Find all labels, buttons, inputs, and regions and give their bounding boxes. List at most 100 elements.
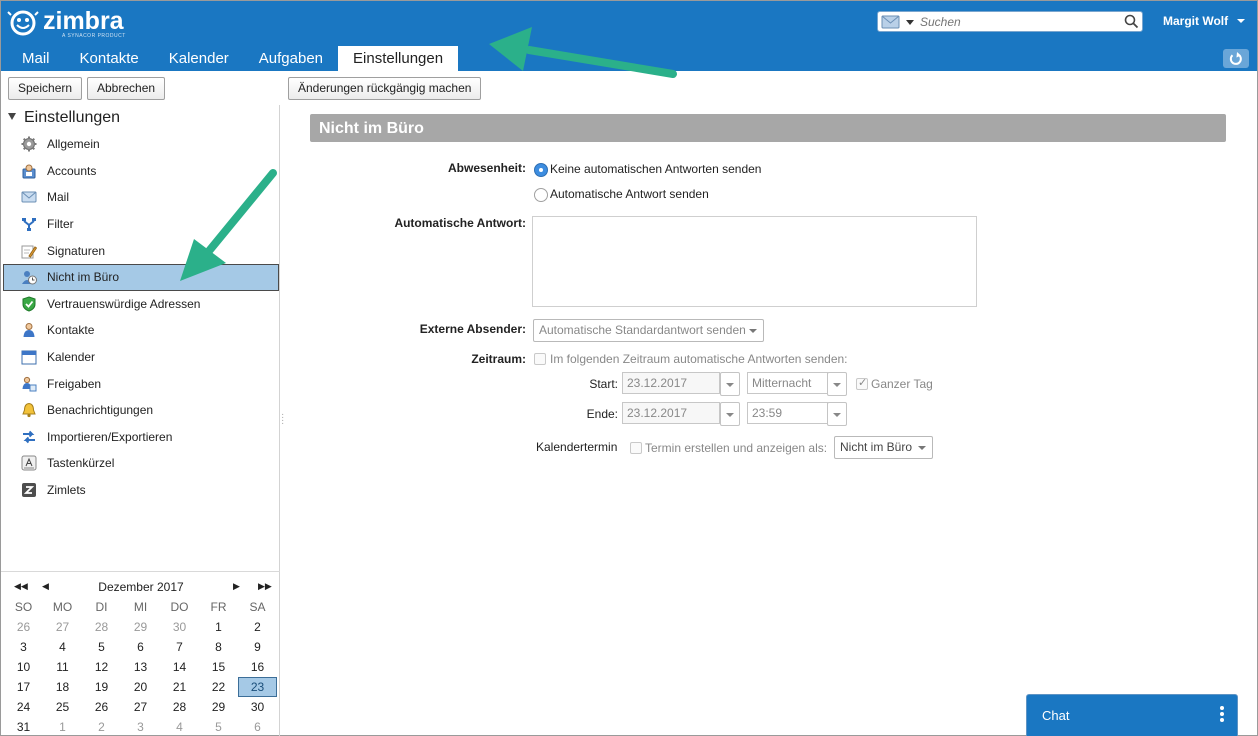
calendar-day[interactable]: 15 [199, 657, 238, 677]
sidebar-item-zimlets[interactable]: Zimlets [3, 477, 279, 504]
end-date-input[interactable]: 23.12.2017 [622, 402, 720, 424]
sidebar-item-tastenkuerzel[interactable]: Tastenkürzel [3, 450, 279, 477]
calendar-day[interactable]: 21 [160, 677, 199, 697]
next-year-icon[interactable]: ▶▶ [258, 581, 272, 592]
radio-no-auto-reply-label[interactable]: Keine automatischen Antworten senden [550, 162, 761, 176]
tab-mail[interactable]: Mail [7, 46, 65, 71]
calendar-day[interactable]: 29 [121, 617, 160, 637]
chevron-down-icon[interactable] [1237, 19, 1245, 23]
calendar-day[interactable]: 17 [4, 677, 43, 697]
next-month-icon[interactable]: ▶ [233, 581, 240, 592]
calendar-day[interactable]: 4 [43, 637, 82, 657]
calendar-day[interactable]: 7 [160, 637, 199, 657]
calendar-day[interactable]: 19 [82, 677, 121, 697]
calendar-day[interactable]: 25 [43, 697, 82, 717]
calendar-day[interactable]: 27 [43, 617, 82, 637]
sidebar-item-benachrichtigungen[interactable]: Benachrichtigungen [3, 397, 279, 424]
calendar-day[interactable]: 1 [43, 717, 82, 736]
calendar-day[interactable]: 20 [121, 677, 160, 697]
calendar-day[interactable]: 27 [121, 697, 160, 717]
calendar-day[interactable]: 16 [238, 657, 277, 677]
calendar-day-today[interactable]: 23 [238, 677, 277, 697]
all-day-checkbox[interactable] [856, 376, 868, 390]
undo-changes-button[interactable]: Änderungen rückgängig machen [288, 77, 482, 100]
end-time-input[interactable]: 23:59 [747, 402, 828, 424]
sidebar-item-vertrauenswuerdige-adressen[interactable]: Vertrauenswürdige Adressen [3, 291, 279, 318]
search-input[interactable] [920, 13, 1120, 30]
sidebar-item-kontakte[interactable]: Kontakte [3, 317, 279, 344]
end-time-dropdown-button[interactable] [827, 402, 847, 426]
external-senders-select[interactable]: Automatische Standardantwort senden [533, 319, 764, 342]
user-menu[interactable]: Margit Wolf [1163, 14, 1228, 28]
tab-kalender[interactable]: Kalender [154, 46, 244, 71]
start-time-dropdown-button[interactable] [827, 372, 847, 396]
sidebar-item-importieren-exportieren[interactable]: Importieren/Exportieren [3, 424, 279, 451]
sidebar-item-accounts[interactable]: Accounts [3, 158, 279, 185]
sidebar-item-freigaben[interactable]: Freigaben [3, 370, 279, 397]
chat-panel[interactable]: Chat [1026, 694, 1238, 736]
calendar-day[interactable]: 6 [121, 637, 160, 657]
calendar-day[interactable]: 12 [82, 657, 121, 677]
calendar-day[interactable]: 11 [43, 657, 82, 677]
sidebar-item-signaturen[interactable]: Signaturen [3, 237, 279, 264]
calendar-entry-select[interactable]: Nicht im Büro [834, 436, 933, 459]
calendar-day[interactable]: 30 [238, 697, 277, 717]
sidebar-item-kalender[interactable]: Kalender [3, 344, 279, 371]
end-label: Ende: [586, 407, 618, 421]
save-button[interactable]: Speichern [8, 77, 83, 100]
sidebar-splitter-handle[interactable]: · · · · [281, 410, 284, 429]
tab-kontakte[interactable]: Kontakte [65, 46, 154, 71]
search-type-dropdown[interactable] [881, 15, 917, 29]
start-time-input[interactable]: Mitternacht [747, 372, 828, 394]
calendar-day[interactable]: 26 [82, 697, 121, 717]
calendar-day[interactable]: 3 [4, 637, 43, 657]
refresh-button[interactable] [1223, 49, 1249, 68]
calendar-day[interactable]: 4 [160, 717, 199, 736]
more-vertical-icon[interactable] [1220, 706, 1224, 724]
calendar-day[interactable]: 14 [160, 657, 199, 677]
calendar-day[interactable]: 10 [4, 657, 43, 677]
calendar-day[interactable]: 13 [121, 657, 160, 677]
calendar-day[interactable]: 5 [82, 637, 121, 657]
calendar-day[interactable]: 1 [199, 617, 238, 637]
settings-tree-header[interactable]: Einstellungen [8, 109, 120, 127]
cancel-button[interactable]: Abbrechen [87, 77, 166, 100]
radio-no-auto-reply[interactable] [534, 163, 548, 177]
zimbra-logo[interactable]: zimbra A SYNACOR PRODUCT [7, 7, 132, 41]
sidebar-item-mail[interactable]: Mail [3, 184, 279, 211]
auto-reply-textarea[interactable] [532, 216, 977, 307]
calendar-day[interactable]: 31 [4, 717, 43, 736]
calendar-day[interactable]: 5 [199, 717, 238, 736]
calendar-day[interactable]: 2 [238, 617, 277, 637]
calendar-day[interactable]: 6 [238, 717, 277, 736]
sidebar-item-nicht-im-buero[interactable]: Nicht im Büro [3, 263, 279, 291]
start-date-input[interactable]: 23.12.2017 [622, 372, 720, 394]
external-senders-value: Automatische Standardantwort senden [539, 323, 746, 337]
calendar-day[interactable]: 24 [4, 697, 43, 717]
search-icon[interactable] [1124, 14, 1139, 29]
sidebar-item-label: Tastenkürzel [47, 456, 115, 471]
sidebar-item-allgemein[interactable]: Allgemein [3, 131, 279, 158]
calendar-day[interactable]: 2 [82, 717, 121, 736]
end-date-picker-button[interactable] [720, 402, 740, 426]
sidebar-item-filter[interactable]: Filter [3, 211, 279, 238]
start-date-picker-button[interactable] [720, 372, 740, 396]
tab-einstellungen[interactable]: Einstellungen [338, 46, 459, 71]
calendar-day[interactable]: 8 [199, 637, 238, 657]
calendar-day[interactable]: 28 [160, 697, 199, 717]
sidebar-divider [1, 571, 280, 572]
calendar-day[interactable]: 29 [199, 697, 238, 717]
calendar-day[interactable]: 9 [238, 637, 277, 657]
calendar-day[interactable]: 18 [43, 677, 82, 697]
tab-aufgaben[interactable]: Aufgaben [244, 46, 338, 71]
radio-auto-reply[interactable] [534, 188, 548, 202]
period-checkbox[interactable] [534, 353, 546, 365]
calendar-entry-checkbox[interactable] [630, 442, 642, 454]
calendar-day[interactable]: 22 [199, 677, 238, 697]
calendar-day[interactable]: 30 [160, 617, 199, 637]
calendar-day[interactable]: 26 [4, 617, 43, 637]
calendar-day[interactable]: 28 [82, 617, 121, 637]
radio-auto-reply-label[interactable]: Automatische Antwort senden [550, 187, 709, 201]
calendar-day[interactable]: 3 [121, 717, 160, 736]
collapse-triangle-icon[interactable] [8, 113, 16, 120]
